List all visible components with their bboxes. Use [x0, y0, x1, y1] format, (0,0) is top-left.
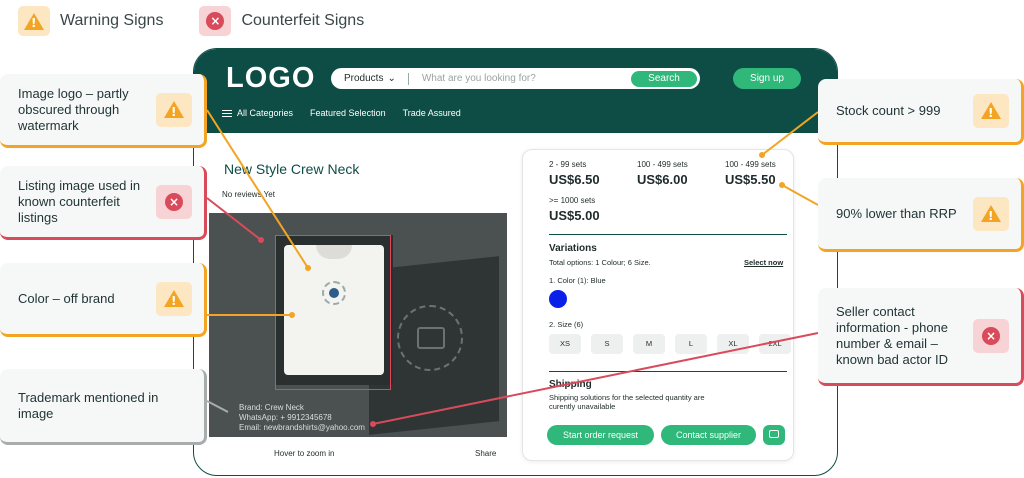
select-now-link[interactable]: Select now	[744, 258, 783, 267]
callout-seller-contact-text: Seller contact information - phone numbe…	[836, 303, 949, 367]
search-divider	[407, 72, 409, 85]
legend: Warning Signs × Counterfeit Signs	[18, 6, 390, 36]
callout-color: Color – off brand	[0, 263, 207, 337]
chat-icon	[769, 430, 779, 438]
nav-trade-assured[interactable]: Trade Assured	[403, 108, 461, 118]
search-button[interactable]: Search	[631, 70, 697, 87]
size-label: 2. Size (6)	[549, 320, 584, 329]
size-options: XS S M L XL 2XL	[549, 334, 791, 354]
divider	[549, 371, 787, 372]
callout-listing-image: Listing image used in known counterfeit …	[0, 166, 207, 240]
category-nav: All Categories Featured Selection Trade …	[222, 108, 461, 118]
image-whatsapp-line: WhatsApp: + 9912345678	[239, 413, 332, 422]
callout-listing-image-text: Listing image used in known counterfeit …	[18, 177, 141, 225]
warning-icon	[156, 281, 192, 316]
shipping-text: Shipping solutions for the selected quan…	[549, 393, 705, 411]
size-option[interactable]: L	[675, 334, 707, 354]
size-option[interactable]: XL	[717, 334, 749, 354]
callout-rrp-text: 90% lower than RRP	[836, 205, 957, 221]
callout-stock-count: Stock count > 999	[818, 79, 1024, 145]
chat-button[interactable]	[763, 425, 785, 445]
callout-rrp: 90% lower than RRP	[818, 178, 1024, 252]
contact-supplier-button[interactable]: Contact supplier	[661, 425, 756, 445]
site-logo[interactable]: LOGO	[226, 62, 315, 95]
callout-trademark: Trademark mentioned in image	[0, 369, 207, 445]
color-label: 1. Color (1): Blue	[549, 276, 606, 285]
product-title: New Style Crew Neck	[224, 161, 360, 177]
tier-price: US$5.00	[549, 208, 600, 223]
category-dropdown[interactable]: Products ⌄	[344, 73, 396, 84]
size-option[interactable]: 2XL	[759, 334, 791, 354]
menu-icon	[222, 110, 232, 118]
image-overlay-text: Brand: Crew Neck WhatsApp: + 9912345678 …	[239, 403, 365, 433]
reviews-text: No reviews Yet	[222, 190, 275, 199]
tier-price: US$6.00	[637, 172, 688, 187]
category-dropdown-label: Products	[344, 73, 384, 84]
price-tier: 100 - 499 sets US$5.50	[725, 160, 776, 187]
image-email-line: Email: newbrandshirts@yahoo.com	[239, 423, 365, 432]
callout-image-logo: Image logo – partly obscured through wat…	[0, 74, 207, 148]
hover-zoom-text: Hover to zoom in	[274, 449, 335, 458]
chevron-down-icon: ⌄	[387, 73, 396, 84]
share-link[interactable]: Share	[475, 449, 496, 458]
start-order-button[interactable]: Start order request	[547, 425, 654, 445]
callout-seller-contact: Seller contact information - phone numbe…	[818, 288, 1024, 386]
tier-price: US$5.50	[725, 172, 776, 187]
counterfeit-icon: ×	[156, 184, 192, 219]
tier-range: 100 - 499 sets	[637, 160, 688, 169]
size-option[interactable]: S	[591, 334, 623, 354]
pricing-card: 2 - 99 sets US$6.50 100 - 499 sets US$6.…	[522, 149, 794, 461]
price-tier: 100 - 499 sets US$6.00	[637, 160, 688, 187]
shipping-title: Shipping	[549, 379, 592, 390]
nav-all-categories-label: All Categories	[237, 108, 294, 118]
nav-featured-selection[interactable]: Featured Selection	[310, 108, 386, 118]
tier-range: 2 - 99 sets	[549, 160, 587, 169]
tier-range: >= 1000 sets	[549, 196, 596, 205]
warning-icon	[973, 196, 1009, 231]
tier-price: US$6.50	[549, 172, 600, 187]
variations-title: Variations	[549, 243, 597, 254]
search-bar: Products ⌄ What are you looking for? Sea…	[331, 68, 700, 89]
variations-options: Total options: 1 Colour; 6 Size.	[549, 258, 651, 267]
legend-warning-label: Warning Signs	[60, 12, 164, 29]
product-image[interactable]: Brand: Crew Neck WhatsApp: + 9912345678 …	[209, 213, 507, 437]
image-brand-line: Brand: Crew Neck	[239, 403, 304, 412]
color-swatch-blue[interactable]	[549, 290, 567, 308]
watermark-icon	[397, 305, 463, 371]
price-tier: >= 1000 sets US$5.00	[549, 196, 600, 223]
signup-button[interactable]: Sign up	[733, 68, 801, 89]
callout-color-text: Color – off brand	[18, 290, 115, 306]
counterfeit-icon: ×	[199, 6, 232, 36]
tier-range: 100 - 499 sets	[725, 160, 776, 169]
warning-icon	[973, 93, 1009, 128]
warning-icon	[18, 6, 50, 36]
callout-trademark-text: Trademark mentioned in image	[18, 389, 159, 421]
site-header: LOGO Products ⌄ What are you looking for…	[194, 49, 837, 133]
size-option[interactable]: XS	[549, 334, 581, 354]
size-option[interactable]: M	[633, 334, 665, 354]
search-input[interactable]: What are you looking for?	[422, 73, 631, 84]
highlight-box	[275, 235, 391, 390]
price-tier: 2 - 99 sets US$6.50	[549, 160, 600, 187]
nav-all-categories[interactable]: All Categories	[222, 108, 293, 118]
warning-icon	[156, 92, 192, 127]
callout-stock-count-text: Stock count > 999	[836, 102, 941, 118]
divider	[549, 234, 787, 235]
marketplace-page: LOGO Products ⌄ What are you looking for…	[193, 48, 838, 476]
legend-counterfeit-label: Counterfeit Signs	[241, 12, 365, 29]
counterfeit-icon: ×	[973, 318, 1009, 353]
callout-image-logo-text: Image logo – partly obscured through wat…	[18, 85, 129, 133]
